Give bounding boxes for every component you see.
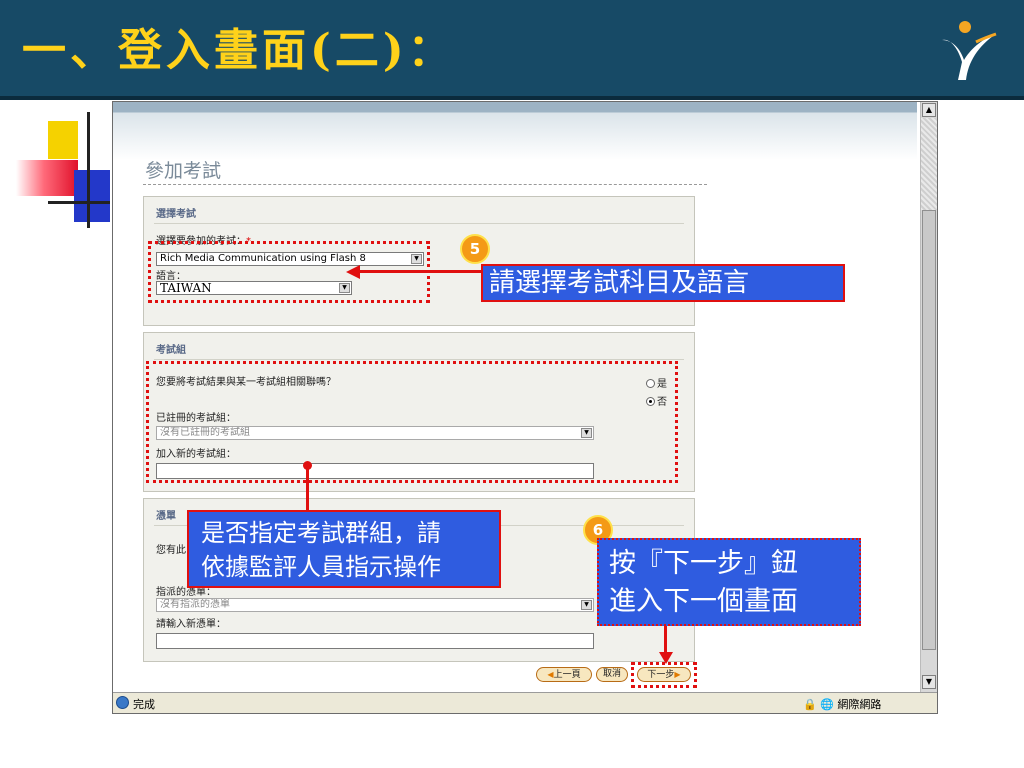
decor-red-square — [16, 160, 78, 196]
scroll-track[interactable] — [921, 118, 937, 210]
ie-page-icon — [116, 696, 129, 709]
callout-text-line: 依據監評人員指示操作 — [201, 553, 441, 581]
callout-connector — [664, 626, 667, 654]
status-bar: 完成 🔒 🌐 網際網路 — [113, 692, 937, 713]
decor-vertical-line — [87, 112, 90, 228]
callout-text-line: 進入下一個畫面 — [609, 586, 798, 617]
prev-button[interactable]: ◀上一頁 — [536, 667, 592, 682]
section-divider — [154, 359, 684, 360]
status-text: 完成 — [133, 698, 155, 711]
new-voucher-input[interactable] — [156, 633, 594, 649]
callout-connector — [306, 466, 309, 512]
callout-exam-selection: 請選擇考試科目及語言 — [481, 264, 845, 302]
globe-icon: 🌐 — [820, 698, 834, 711]
scroll-down-icon[interactable]: ▼ — [922, 675, 936, 689]
scroll-thumb[interactable] — [922, 210, 936, 650]
section-heading: 考試組 — [156, 345, 186, 356]
page-banner — [113, 102, 917, 160]
callout-next-step: 按『下一步』鈕 進入下一個畫面 — [597, 538, 861, 626]
callout-text-line: 按『下一步』鈕 — [609, 548, 798, 579]
new-voucher-label: 請輸入新憑單： — [156, 619, 226, 630]
voucher-question: 您有此 — [156, 545, 186, 556]
decor-yellow-square — [48, 121, 78, 159]
scroll-up-icon[interactable]: ▲ — [922, 103, 936, 117]
assigned-voucher-select[interactable]: 沒有指派的憑單 ▼ — [156, 598, 594, 612]
cancel-button[interactable]: 取消 — [596, 667, 628, 682]
title-divider — [143, 184, 707, 185]
company-logo-icon — [942, 21, 997, 80]
callout-text: 請選擇考試科目及語言 — [489, 268, 750, 298]
page-title: 參加考試 — [145, 160, 222, 182]
decor-horizontal-line — [48, 201, 110, 204]
section-heading: 憑單 — [156, 511, 176, 522]
section-heading: 選擇考試 — [156, 209, 196, 220]
callout-connector — [358, 270, 482, 273]
section-divider — [154, 223, 684, 224]
slide-header: 一、登入畫面(二)： — [0, 0, 1024, 100]
vertical-scrollbar[interactable]: ▲ ▼ — [920, 102, 937, 692]
arrow-down-icon — [659, 652, 673, 664]
callout-exam-group: 是否指定考試群組，請 依據監評人員指示操作 — [187, 510, 501, 588]
callout-text-line: 是否指定考試群組，請 — [201, 519, 441, 547]
dropdown-arrow-icon[interactable]: ▼ — [581, 600, 592, 610]
status-zone: 🔒 🌐 網際網路 — [803, 698, 882, 711]
step5-badge: 5 — [460, 234, 490, 264]
exam-group-highlight — [146, 361, 678, 483]
assigned-voucher-value: 沒有指派的憑單 — [160, 599, 230, 610]
decor-blue-square — [74, 170, 110, 222]
next-button-highlight — [631, 662, 697, 688]
slide-title: 一、登入畫面(二)： — [22, 25, 456, 76]
